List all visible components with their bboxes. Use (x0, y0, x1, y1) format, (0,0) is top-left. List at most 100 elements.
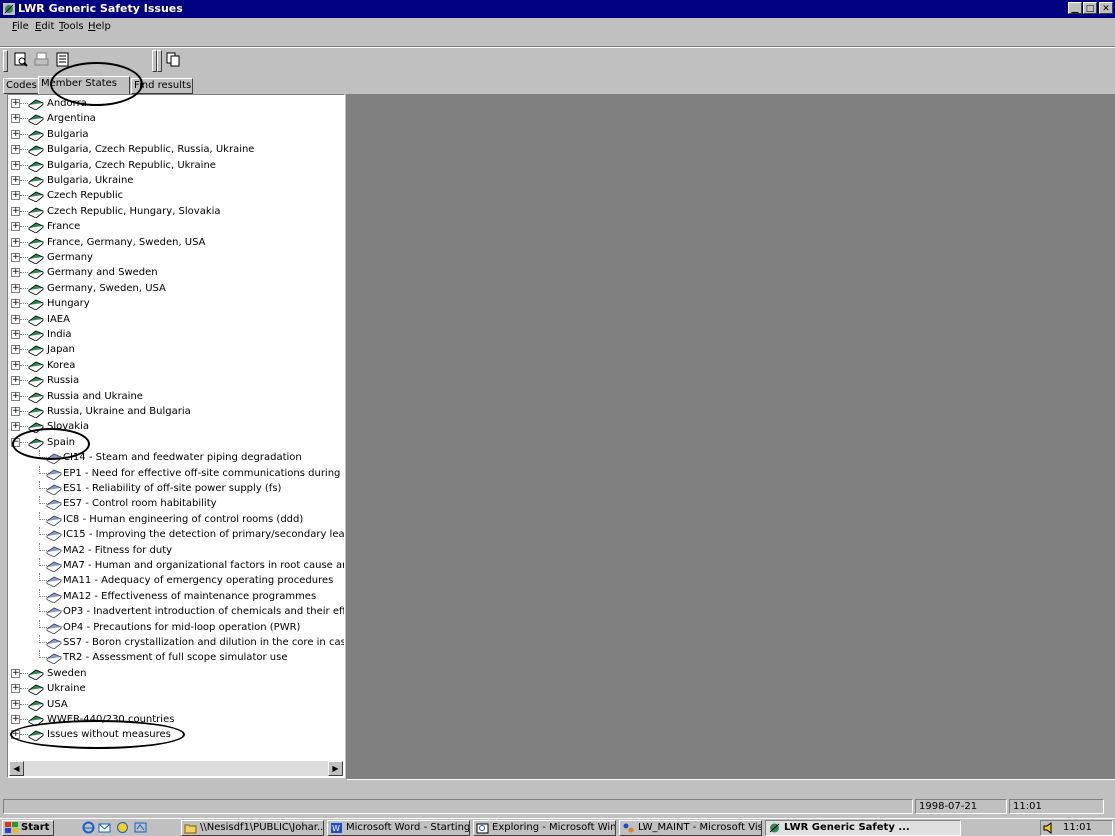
start-label: Start (21, 822, 50, 833)
expand-toggle[interactable]: + (11, 407, 20, 416)
channels-icon[interactable] (116, 821, 129, 834)
outlook-express-icon[interactable] (98, 821, 111, 834)
tree-item-label: IC8 - Human engineering of control rooms… (63, 513, 304, 525)
scroll-left-button[interactable]: ◀ (9, 761, 24, 776)
expand-toggle[interactable]: + (11, 299, 20, 309)
issue-book-icon (46, 607, 62, 619)
close-button[interactable]: ✕ (1099, 2, 1113, 14)
expand-toggle[interactable]: + (11, 114, 20, 124)
member-state-book-icon (28, 684, 44, 696)
print-button[interactable] (33, 51, 51, 68)
tree-item-label: Ukraine (47, 683, 86, 695)
task-lw-maint[interactable]: LW_MAINT - Microsoft Vis... (619, 820, 762, 836)
tree-item-label: WWER-440/230 countries (47, 714, 175, 725)
issue-book-icon (46, 638, 62, 649)
member-states-tree[interactable]: + Andorra + Argentina + Bulgaria + Bulgaria, Cz… (7, 94, 345, 778)
issue-book-icon (46, 499, 62, 511)
expand-toggle[interactable]: + (11, 237, 20, 247)
tree-item-label: Germany and Sweden (47, 267, 158, 279)
task-label: Microsoft Word - Starting t... (346, 822, 470, 833)
menu-tools[interactable]: Tools (59, 21, 84, 32)
tree-item-label: France, Germany, Sweden, USA (47, 236, 206, 248)
tree-item-label: Korea (47, 359, 76, 371)
speaker-icon[interactable] (1043, 822, 1056, 834)
member-state-book-icon (28, 99, 44, 110)
issue-book-icon (46, 576, 62, 588)
expand-toggle[interactable]: + (11, 730, 20, 740)
properties-icon (56, 52, 69, 67)
details-pane (346, 94, 1115, 780)
expand-toggle[interactable]: + (11, 253, 20, 262)
horizontal-scrollbar[interactable]: ◀ ▶ (9, 761, 343, 776)
expand-toggle[interactable]: + (11, 330, 20, 339)
expand-toggle[interactable]: + (11, 699, 20, 709)
start-button[interactable]: Start (2, 820, 54, 836)
tree-item-label: Bulgaria, Czech Republic, Russia, Ukrain… (47, 144, 255, 156)
expand-toggle[interactable]: + (11, 222, 20, 232)
menu-help[interactable]: Help (88, 21, 111, 32)
tree-item-label: Bulgaria, Czech Republic, Ukraine (47, 159, 216, 171)
svg-text:W: W (332, 824, 340, 833)
expand-toggle[interactable]: + (11, 206, 20, 216)
tree-item-label: Russia and Ukraine (47, 390, 143, 402)
tree-item-label: Slovakia (47, 421, 89, 433)
toolbar-grip-3[interactable] (157, 50, 162, 72)
member-state-book-icon (28, 700, 44, 711)
taskbar: Start \\Nesisdf1\PUBLIC\Johar... W Micro… (0, 818, 1115, 836)
expand-toggle[interactable]: + (11, 145, 20, 155)
task-exploring[interactable]: Exploring - Microsoft Wind... (473, 820, 616, 836)
toolbar-grip[interactable] (3, 50, 8, 72)
tab-find-results[interactable]: Find results (131, 78, 193, 94)
issue-book-icon (46, 546, 62, 557)
expand-toggle[interactable]: + (11, 668, 20, 678)
properties-button[interactable] (54, 51, 72, 68)
show-desktop-icon[interactable] (134, 821, 147, 834)
print-preview-button[interactable] (12, 51, 30, 68)
internet-explorer-icon[interactable] (82, 821, 95, 834)
expand-toggle[interactable]: + (11, 391, 20, 401)
menu-edit[interactable]: Edit (35, 21, 54, 32)
task-explorer-nesisdf1[interactable]: \\Nesisdf1\PUBLIC\Johar... (181, 820, 324, 836)
expand-toggle[interactable]: + (11, 176, 20, 185)
menu-file[interactable]: File (12, 21, 29, 32)
task-microsoft-word[interactable]: W Microsoft Word - Starting t... (327, 820, 470, 836)
expand-toggle[interactable]: + (11, 314, 20, 324)
scroll-right-button[interactable]: ▶ (328, 761, 343, 776)
expand-toggle[interactable]: + (11, 160, 20, 170)
member-state-book-icon (28, 145, 44, 157)
tree-item-label: OP4 - Precautions for mid-loop operation… (63, 621, 301, 633)
print-icon (34, 52, 49, 66)
tab-codes[interactable]: Codes (3, 78, 39, 94)
minimize-button[interactable]: ▁ (1068, 2, 1082, 14)
copy-button[interactable] (164, 51, 182, 68)
expand-toggle[interactable]: + (11, 129, 20, 139)
expand-toggle[interactable]: + (11, 268, 20, 278)
member-state-book-icon (28, 299, 44, 311)
expand-toggle[interactable]: + (11, 684, 20, 694)
member-state-book-icon (28, 114, 44, 126)
expand-toggle[interactable]: + (11, 191, 20, 201)
task-lwr-generic-safety[interactable]: LWR Generic Safety ... (765, 820, 961, 836)
tree-item-label: Sweden (47, 667, 87, 679)
expand-toggle[interactable]: + (11, 376, 20, 386)
member-state-book-icon (28, 253, 44, 264)
issue-book-icon (46, 592, 62, 603)
collapse-toggle[interactable]: − (11, 437, 20, 447)
expand-toggle[interactable]: + (11, 715, 20, 724)
maximize-button[interactable]: □ (1083, 2, 1097, 14)
expand-toggle[interactable]: + (11, 283, 20, 293)
tree-item-label: MA7 - Human and organizational factors i… (63, 560, 344, 571)
tab-member-states[interactable]: Member States (38, 76, 130, 94)
tree-item-label: Bulgaria (47, 128, 89, 140)
expand-toggle[interactable]: + (11, 360, 20, 370)
tree-item-label: Argentina (47, 113, 96, 125)
member-state-book-icon (28, 392, 44, 403)
app-icon (769, 823, 780, 833)
folder-icon (184, 824, 197, 834)
expand-toggle[interactable]: + (11, 99, 20, 108)
task-label: \\Nesisdf1\PUBLIC\Johar... (200, 822, 324, 833)
expand-toggle[interactable]: + (11, 345, 20, 355)
expand-toggle[interactable]: + (11, 422, 20, 432)
member-state-book-icon (28, 715, 44, 726)
copy-icon (166, 52, 180, 67)
